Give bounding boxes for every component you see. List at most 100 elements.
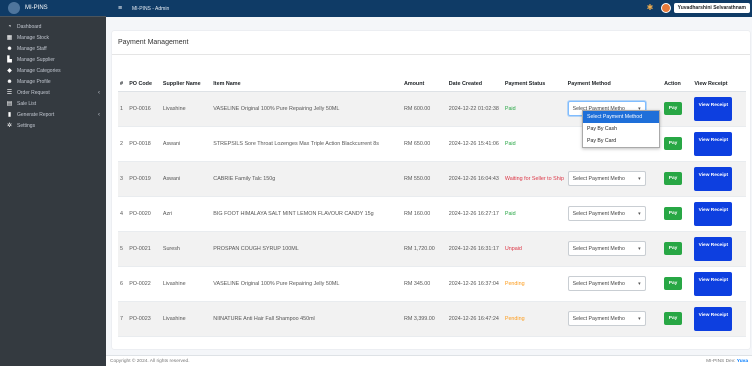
pay-button[interactable]: Pay (664, 312, 683, 325)
cell-supplier: Suresh (162, 231, 214, 267)
cell-date: 2024-12-26 16:37:04 (448, 266, 505, 302)
status-badge: Unpaid (504, 231, 568, 267)
dropdown-option-card[interactable]: Pay By Card (583, 135, 659, 147)
dropdown-option-cash[interactable]: Pay By Cash (583, 123, 659, 135)
col-header-date: Date Created (448, 59, 505, 92)
chevron-down-icon: ▾ (638, 245, 641, 252)
view-receipt-button[interactable]: View Receipt (694, 236, 733, 261)
pay-button[interactable]: Pay (664, 102, 683, 115)
cell-date: 2024-12-26 16:47:24 (448, 301, 505, 337)
brand[interactable]: MI-PINS (0, 0, 106, 17)
footer-credit-link[interactable]: Yuva (737, 359, 748, 364)
cell-no: 4 (118, 196, 130, 232)
topbar-title: MI-PINS - Admin (132, 5, 170, 12)
view-receipt-button[interactable]: View Receipt (694, 166, 733, 191)
payment-method-dropdown: Select Payment Method Pay By Cash Pay By… (582, 110, 660, 148)
select-value: Select Payment Metho (572, 315, 625, 322)
view-receipt-button[interactable]: View Receipt (694, 271, 733, 296)
user-menu: ✱ Yuvadharshini Selvarathnam (647, 3, 750, 13)
sidebar: MI-PINS ◔ Dashboard ▦ Manage Stock ☻ Man… (0, 0, 106, 366)
user-name-dropdown[interactable]: Yuvadharshini Selvarathnam (673, 3, 750, 13)
view-receipt-button[interactable]: View Receipt (694, 131, 733, 156)
sidebar-item-sale-list[interactable]: ▤ Sale List (0, 98, 106, 109)
cell-item: VASELINE Original 100% Pure Repairing Je… (213, 266, 404, 302)
select-value: Select Payment Metho (572, 245, 625, 252)
cell-amount: RM 3,399.00 (403, 301, 449, 337)
sidebar-nav: ◔ Dashboard ▦ Manage Stock ☻ Manage Staf… (0, 17, 106, 131)
table-row: 5 PO-0021 Suresh PROSPAN COUGH SYRUP 100… (118, 231, 746, 267)
cell-no: 6 (118, 266, 130, 302)
sidebar-item-label: Manage Categories (17, 67, 61, 74)
chevron-down-icon: ▾ (638, 280, 641, 287)
truck-icon: ▙ (7, 57, 12, 63)
sidebar-item-label: Sale List (17, 100, 37, 107)
pay-button[interactable]: Pay (664, 207, 683, 220)
sidebar-item-order-request[interactable]: ☰ Order Request ‹ (0, 87, 106, 98)
chevron-down-icon: ▾ (638, 210, 641, 217)
avatar[interactable] (660, 3, 671, 13)
view-receipt-button[interactable]: View Receipt (694, 306, 733, 331)
cell-date: 2024-12-26 16:04:43 (448, 161, 505, 197)
payment-method-select[interactable]: Select Payment Metho ▾ (567, 311, 646, 326)
cell-amount: RM 600.00 (403, 91, 449, 127)
cell-item: BIG FOOT HIMALAYA SALT MINT LEMON FLAVOU… (213, 196, 404, 232)
status-badge: Pending (504, 266, 568, 302)
sidebar-item-manage-stock[interactable]: ▦ Manage Stock (0, 32, 106, 43)
footer-credit: MI-PINS Dev: Yuva (706, 359, 748, 364)
hamburger-icon[interactable]: ≡ (112, 5, 128, 12)
status-badge: Pending (504, 301, 568, 337)
sidebar-item-label: Manage Staff (17, 45, 47, 52)
settings-icon[interactable]: ✱ (647, 3, 657, 13)
chevron-down-icon: ▾ (638, 175, 641, 182)
pay-button[interactable]: Pay (664, 277, 683, 290)
payment-method-select[interactable]: Select Payment Metho ▾ (567, 276, 646, 291)
cell-item: VASELINE Original 100% Pure Repairing Je… (213, 91, 404, 127)
gears-icon: ✲ (6, 123, 13, 129)
cell-po-code: PO-0020 (129, 196, 163, 232)
sidebar-item-label: Manage Profile (17, 78, 51, 85)
payment-method-select[interactable]: Select Payment Metho ▾ (567, 206, 646, 221)
chevron-down-icon: ▾ (638, 315, 641, 322)
cell-date: 2024-12-26 15:41:06 (448, 126, 505, 162)
dropdown-option-select[interactable]: Select Payment Method (583, 111, 659, 123)
select-value: Select Payment Metho (572, 280, 625, 287)
pay-button[interactable]: Pay (664, 242, 683, 255)
cell-item: CABRIE Family Talc 150g (213, 161, 404, 197)
status-badge: Paid (504, 196, 568, 232)
cell-po-code: PO-0023 (129, 301, 163, 337)
sidebar-item-generate-report[interactable]: ▮ Generate Report ‹ (0, 109, 106, 120)
cell-no: 7 (118, 301, 130, 337)
sidebar-item-dashboard[interactable]: ◔ Dashboard (0, 21, 106, 32)
col-header-item: Item Name (213, 59, 404, 92)
sidebar-item-manage-profile[interactable]: ☻ Manage Profile (0, 76, 106, 87)
pay-button[interactable]: Pay (664, 137, 683, 150)
cell-po-code: PO-0016 (129, 91, 163, 127)
table-row: 7 PO-0023 Livashine NIINATURE Anti Hair … (118, 301, 746, 337)
view-receipt-button[interactable]: View Receipt (694, 96, 733, 121)
cell-supplier: Livashine (162, 91, 214, 127)
cell-supplier: Aswani (162, 161, 214, 197)
payment-method-select[interactable]: Select Payment Metho ▾ (567, 171, 646, 186)
users-icon: ☻ (6, 45, 13, 52)
cart-icon: ▤ (6, 101, 13, 107)
col-header-amount: Amount (403, 59, 449, 92)
sidebar-item-settings[interactable]: ✲ Settings (0, 120, 106, 131)
cell-no: 5 (118, 231, 130, 267)
col-header-action: Action (664, 59, 695, 92)
status-badge: Waiting for Seller to Ship (504, 161, 568, 197)
sidebar-item-manage-staff[interactable]: ☻ Manage Staff (0, 43, 106, 54)
sidebar-item-manage-supplier[interactable]: ▙ Manage Supplier (0, 54, 106, 65)
pay-button[interactable]: Pay (664, 172, 683, 185)
file-icon: ▮ (7, 112, 12, 118)
list-icon: ☰ (6, 90, 13, 96)
payment-method-select[interactable]: Select Payment Metho ▾ (567, 241, 646, 256)
cell-amount: RM 650.00 (403, 126, 449, 162)
table-header-row: # PO Code Supplier Name Item Name Amount… (118, 59, 746, 92)
sidebar-item-label: Manage Supplier (17, 56, 55, 63)
cell-no: 1 (118, 91, 130, 127)
chevron-left-icon: ‹ (98, 89, 100, 96)
view-receipt-button[interactable]: View Receipt (694, 201, 733, 226)
dashboard-icon: ◔ (7, 23, 12, 30)
sidebar-item-manage-categories[interactable]: ◆ Manage Categories (0, 65, 106, 76)
main-content: Payment Management # PO Code Supplier Na… (106, 17, 752, 355)
